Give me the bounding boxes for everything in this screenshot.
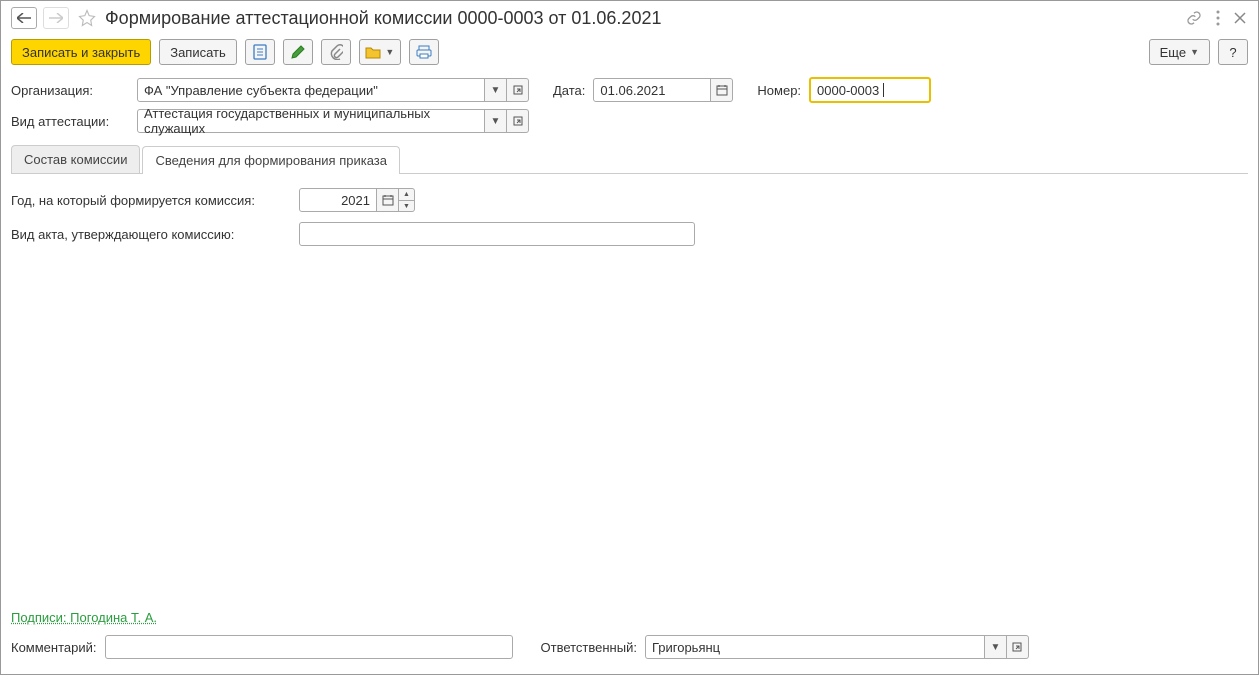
number-label: Номер: [757,83,801,98]
attach-button[interactable] [321,39,351,65]
tab-order-info[interactable]: Сведения для формирования приказа [142,146,400,174]
responsible-open-button[interactable] [1007,635,1029,659]
text-cursor [883,83,884,97]
more-button[interactable]: Еще ▼ [1149,39,1210,65]
attestation-type-dropdown-button[interactable]: ▼ [485,109,507,133]
signatures-link[interactable]: Подписи: Погодина Т. А. [1,606,1258,629]
nav-forward-button[interactable] [43,7,69,29]
year-field-group: 2021 ▲ ▼ [299,188,415,212]
organization-open-button[interactable] [507,78,529,102]
save-and-close-button[interactable]: Записать и закрыть [11,39,151,65]
document-icon [253,44,267,60]
responsible-dropdown-button[interactable]: ▼ [985,635,1007,659]
attestation-type-open-button[interactable] [507,109,529,133]
pencil-icon [290,44,306,60]
comment-label: Комментарий: [11,640,97,655]
link-icon[interactable] [1184,8,1204,28]
attestation-type-field[interactable]: Аттестация государственных и муниципальн… [137,109,485,133]
act-type-label: Вид акта, утверждающего комиссию: [11,227,291,242]
tab-composition[interactable]: Состав комиссии [11,145,140,173]
attestation-type-label: Вид аттестации: [11,114,129,129]
caret-down-icon: ▼ [1190,47,1199,57]
print-button[interactable] [409,39,439,65]
tabs: Состав комиссии Сведения для формировани… [11,145,1248,174]
year-increment-button[interactable]: ▲ [399,188,415,200]
act-type-field[interactable] [299,222,695,246]
calendar-icon [716,84,728,96]
year-field[interactable]: 2021 [299,188,377,212]
help-button[interactable]: ? [1218,39,1248,65]
folder-dropdown-button[interactable]: ▼ [359,39,401,65]
tab-body: Год, на который формируется комиссия: 20… [1,174,1258,606]
number-value: 0000-0003 [817,83,879,98]
caret-down-icon: ▼ [385,47,394,57]
save-button[interactable]: Записать [159,39,237,65]
date-label: Дата: [553,83,585,98]
organization-dropdown-button[interactable]: ▼ [485,78,507,102]
edit-button[interactable] [283,39,313,65]
nav-back-button[interactable] [11,7,37,29]
organization-field[interactable]: ФА "Управление субъекта федерации" [137,78,485,102]
footer: Комментарий: Ответственный: Григорьянц ▼ [1,629,1258,669]
number-field[interactable]: 0000-0003 [809,77,931,103]
calendar-icon [382,194,394,206]
open-icon [1012,642,1022,652]
printer-icon [416,45,432,59]
arrow-left-icon [17,13,31,23]
open-icon [513,85,523,95]
arrow-right-icon [49,13,63,23]
date-picker-button[interactable] [711,78,733,102]
year-calendar-button[interactable] [377,188,399,212]
kebab-menu-icon[interactable] [1214,8,1222,28]
form-header: Организация: ФА "Управление субъекта фед… [1,75,1258,141]
responsible-field[interactable]: Григорьянц [645,635,985,659]
attestation-type-field-group: Аттестация государственных и муниципальн… [137,109,529,133]
year-decrement-button[interactable]: ▼ [399,200,415,212]
responsible-label: Ответственный: [541,640,637,655]
responsible-field-group: Григорьянц ▼ [645,635,1029,659]
folder-icon [365,45,381,59]
titlebar: Формирование аттестационной комиссии 000… [1,1,1258,35]
page-title: Формирование аттестационной комиссии 000… [105,8,661,29]
document-button[interactable] [245,39,275,65]
favorite-star-icon[interactable] [77,8,97,28]
date-field[interactable]: 01.06.2021 [593,78,711,102]
close-icon[interactable] [1232,10,1248,26]
toolbar: Записать и закрыть Записать ▼ Еще ▼ ? [1,35,1258,75]
paperclip-icon [329,44,343,60]
year-label: Год, на который формируется комиссия: [11,193,291,208]
year-spinner: ▲ ▼ [399,188,415,212]
organization-field-group: ФА "Управление субъекта федерации" ▼ [137,78,529,102]
date-field-group: 01.06.2021 [593,78,733,102]
more-button-label: Еще [1160,45,1186,60]
comment-field[interactable] [105,635,513,659]
organization-label: Организация: [11,83,129,98]
open-icon [513,116,523,126]
